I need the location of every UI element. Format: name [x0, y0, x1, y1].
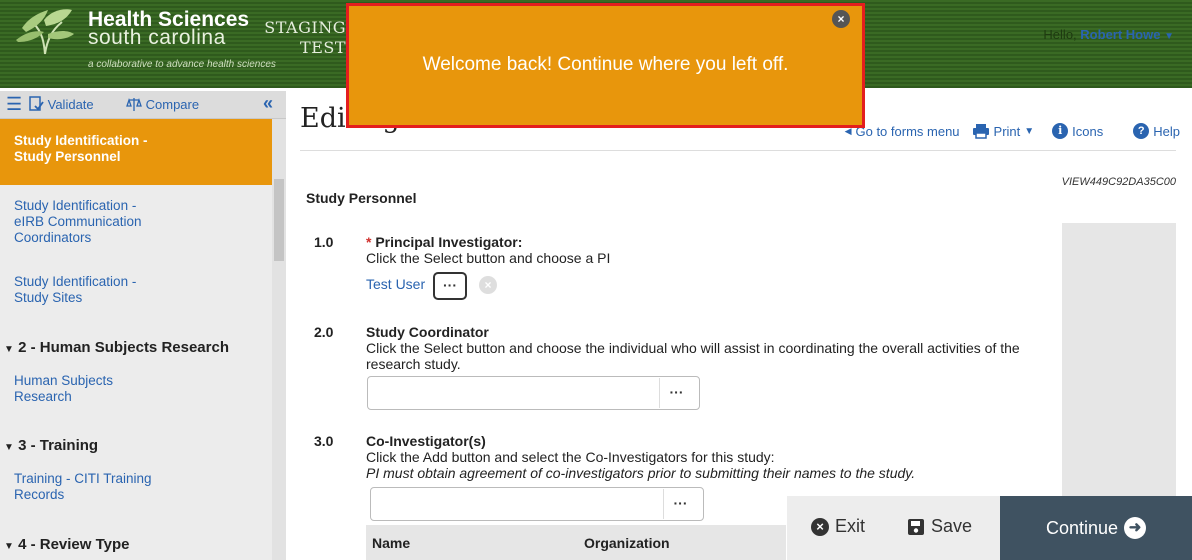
sidebar-item-label: Training - CITI Training: [14, 471, 152, 486]
title-divider: [300, 150, 1176, 151]
sidebar-scroll-thumb[interactable]: [274, 179, 284, 261]
validate-button[interactable]: Validate: [28, 96, 94, 112]
form-action-bar: × Exit Save Continue ➜: [787, 496, 1192, 560]
printer-icon: [972, 124, 989, 139]
environment-label-line2: TEST: [300, 38, 346, 57]
environment-label-line1: STAGING: [264, 18, 346, 37]
sidebar-item-label: Coordinators: [14, 230, 92, 245]
column-header-name[interactable]: Name: [372, 535, 410, 551]
view-id: VIEW449C92DA35C00: [1061, 176, 1176, 188]
select-coordinator-button[interactable]: ···: [659, 378, 693, 408]
sidebar-section-label: 2 - Human Subjects Research: [18, 339, 229, 356]
toast-message: Welcome back! Continue where you left of…: [422, 54, 789, 75]
welcome-toast: Welcome back! Continue where you left of…: [346, 3, 865, 128]
question-label-co-investigators: Co-Investigator(s): [366, 433, 486, 449]
sidebar-item-label: Study Identification -: [14, 274, 137, 289]
question-label-text: Principal Investigator:: [375, 234, 523, 250]
question-note: PI must obtain agreement of co-investiga…: [366, 465, 916, 481]
caret-down-icon: ▼: [4, 541, 14, 552]
caret-down-icon: ▼: [1024, 125, 1035, 137]
save-label: Save: [931, 516, 973, 536]
question-help: Click the Add button and select the Co-I…: [366, 449, 775, 465]
question-help: Click the Select button and choose the i…: [366, 340, 1020, 372]
greeting: Hello,: [1043, 27, 1077, 42]
sidebar-item-citi-training[interactable]: Training - CITI Training Records: [0, 471, 272, 503]
sidebar-item-label: Study Personnel: [14, 149, 121, 164]
print-menu[interactable]: Print ▼: [972, 123, 1035, 139]
required-marker: *: [366, 234, 372, 250]
palmetto-leaf-icon: [16, 9, 74, 55]
principal-investigator-value[interactable]: Test User: [366, 276, 425, 292]
continue-label: Continue: [1045, 517, 1119, 538]
user-menu[interactable]: Hello, Robert Howe ▼: [1043, 27, 1174, 42]
sidebar-item-label: Human Subjects: [14, 373, 114, 388]
compare-label: Compare: [145, 97, 200, 112]
form-content: Editing: Pro00127887 ◀ Go to forms menu …: [286, 91, 1192, 560]
sidebar-section-label: 3 - Training: [18, 437, 99, 454]
validate-icon: [29, 96, 44, 111]
sidebar-section-review-type[interactable]: ▼ 4 - Review Type: [4, 536, 130, 553]
help-label: Help: [1153, 123, 1180, 139]
select-pi-button[interactable]: ···: [433, 272, 467, 300]
question-number: 3.0: [314, 433, 334, 449]
question-number: 1.0: [314, 234, 334, 250]
column-header-organization[interactable]: Organization: [584, 535, 670, 551]
sidebar-item-eirb-communication[interactable]: Study Identification - eIRB Communicatio…: [0, 198, 272, 246]
hamburger-menu-icon[interactable]: ☰: [6, 94, 22, 115]
environment-label: STAGING TEST: [256, 18, 346, 58]
sidebar-toolbar: ☰ Validate Compare «: [0, 91, 286, 119]
co-investigators-field[interactable]: ···: [370, 487, 704, 521]
sidebar-item-label: Study Identification -: [14, 133, 148, 148]
arrow-right-circle-icon: ➜: [1124, 517, 1147, 539]
question-help: Click the Select button and choose a PI: [366, 250, 611, 266]
help-link[interactable]: ? Help: [1133, 123, 1180, 139]
exit-button[interactable]: × Exit: [811, 516, 865, 537]
floppy-disk-icon: [908, 518, 924, 535]
close-icon[interactable]: ×: [832, 10, 850, 28]
question-label-principal-investigator: * Principal Investigator:: [366, 234, 522, 250]
logo-tagline: a collaborative to advance health scienc…: [88, 59, 276, 70]
sidebar-item-study-personnel[interactable]: Study Identification - Study Personnel: [0, 119, 272, 185]
user-name[interactable]: Robert Howe: [1080, 27, 1160, 42]
sidebar-item-label: eIRB Communication: [14, 214, 142, 229]
compare-icon: [126, 97, 142, 111]
exit-label: Exit: [835, 516, 866, 536]
sidebar-section-human-subjects[interactable]: ▼ 2 - Human Subjects Research: [4, 339, 229, 356]
icons-label: Icons: [1072, 123, 1104, 139]
sidebar-item-human-subjects-research[interactable]: Human Subjects Research: [0, 373, 272, 405]
co-investigators-table-header: Name Organization: [366, 525, 786, 560]
logo-subtitle: south carolina: [88, 26, 226, 49]
study-coordinator-field[interactable]: ···: [367, 376, 700, 410]
sidebar-section-training[interactable]: ▼ 3 - Training: [4, 437, 98, 454]
clear-icon[interactable]: ×: [479, 276, 497, 294]
section-title: Study Personnel: [306, 190, 417, 206]
help-icon: ?: [1133, 123, 1150, 139]
sidebar-item-label: Study Identification -: [14, 198, 137, 213]
form-navigation-sidebar: ☰ Validate Compare « Study Identificatio…: [0, 91, 286, 560]
info-icon: i: [1052, 123, 1069, 139]
sidebar-section-label: 4 - Review Type: [18, 536, 130, 553]
validate-label: Validate: [47, 97, 94, 112]
continue-button[interactable]: Continue ➜: [1000, 496, 1192, 560]
caret-down-icon: ▼: [4, 442, 14, 453]
add-co-investigator-button[interactable]: ···: [663, 489, 697, 519]
caret-down-icon: ▼: [4, 344, 14, 355]
sidebar-item-label: Study Sites: [14, 290, 83, 305]
icons-link[interactable]: i Icons: [1052, 123, 1103, 139]
save-button[interactable]: Save: [907, 516, 972, 537]
close-circle-icon: ×: [811, 517, 829, 536]
caret-down-icon[interactable]: ▼: [1164, 31, 1174, 42]
sidebar-item-label: Research: [14, 389, 72, 404]
sidebar-item-label: Records: [14, 487, 65, 502]
top-links: ◀ Go to forms menu Print ▼ i Icons ? Hel…: [845, 123, 1180, 139]
collapse-sidebar-icon[interactable]: «: [263, 93, 273, 114]
sidebar-item-study-sites[interactable]: Study Identification - Study Sites: [0, 274, 272, 306]
sidebar-scrollbar[interactable]: [272, 119, 286, 560]
go-to-forms-menu-label: Go to forms menu: [855, 123, 960, 139]
compare-button[interactable]: Compare: [126, 96, 199, 112]
question-number: 2.0: [314, 324, 334, 340]
question-label-study-coordinator: Study Coordinator: [366, 324, 489, 340]
print-label: Print: [993, 123, 1021, 139]
